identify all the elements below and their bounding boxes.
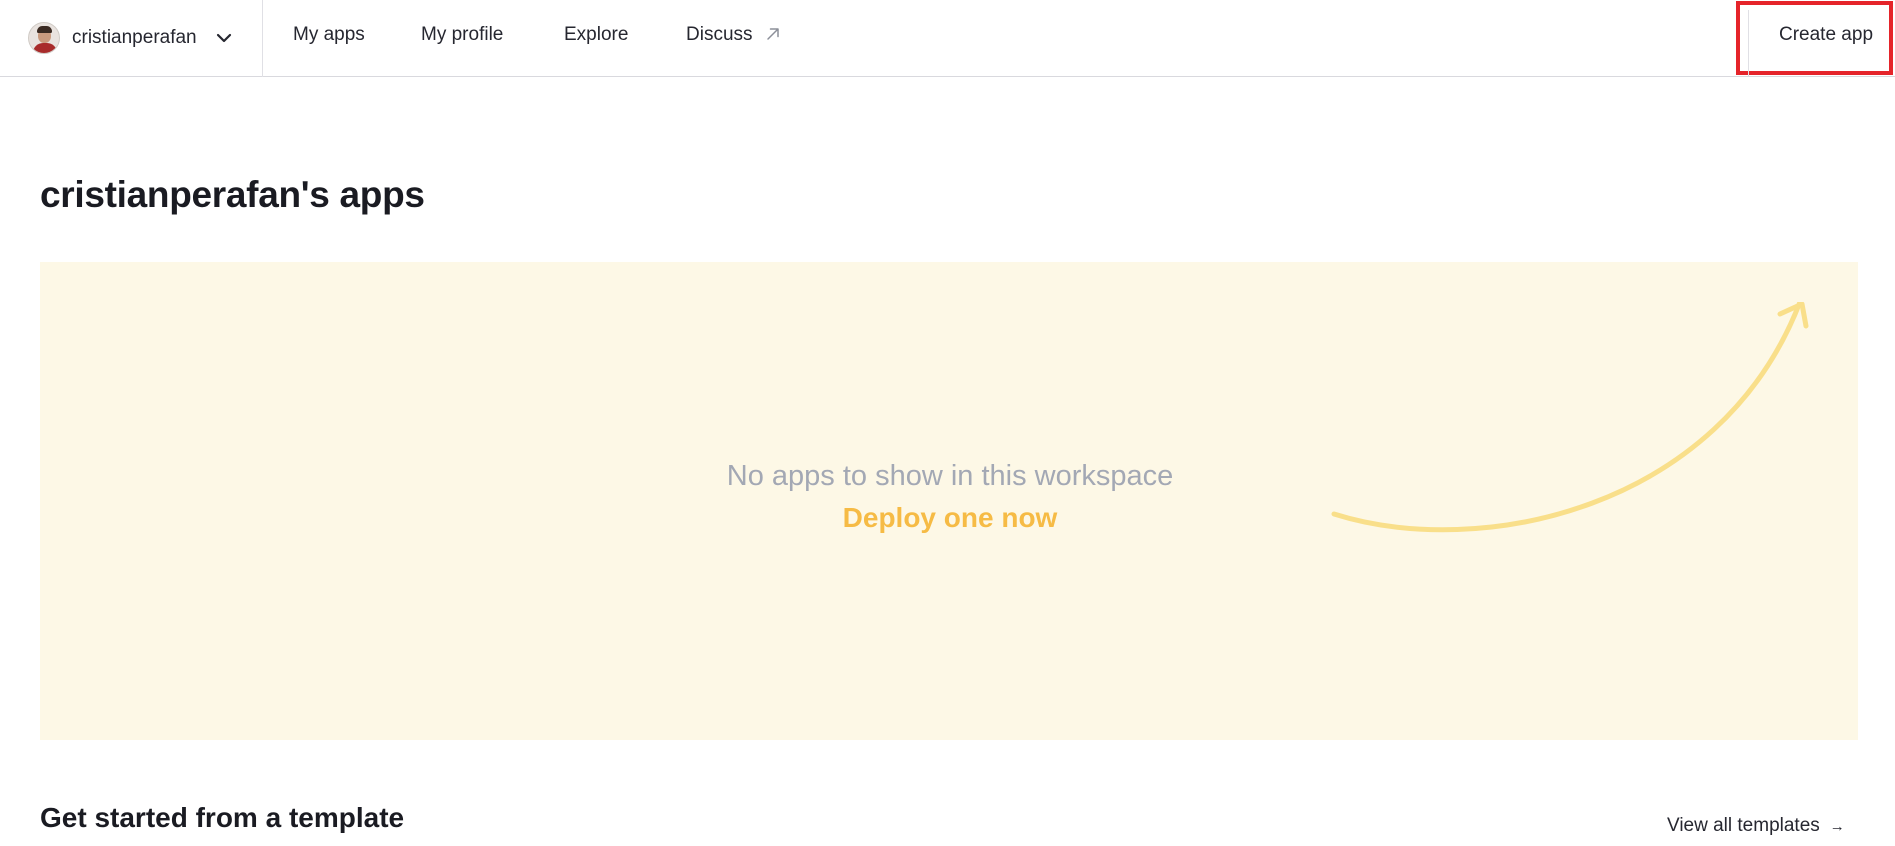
workspace-switcher[interactable]: cristianperafan	[28, 18, 233, 58]
empty-state-message: No apps to show in this workspace	[726, 460, 1174, 492]
create-app-divider	[1748, 10, 1749, 76]
templates-section-title: Get started from a template	[40, 802, 405, 833]
deploy-now-link[interactable]: Deploy one now	[843, 502, 1058, 533]
empty-apps-panel: No apps to show in this workspace Deploy…	[40, 262, 1858, 740]
arrow-right-icon: →	[1829, 818, 1845, 835]
nav-discuss-label: Discuss	[686, 24, 753, 45]
view-all-templates-link[interactable]: View all templates →	[1667, 815, 1845, 837]
user-avatar	[28, 22, 60, 54]
deploy-now-wrapper: Deploy one now	[40, 502, 1860, 534]
create-app-button[interactable]: Create app	[1779, 24, 1873, 46]
nav-discuss[interactable]: Discuss	[686, 24, 781, 48]
nav-divider	[262, 0, 263, 77]
workspace-name: cristianperafan	[72, 27, 197, 48]
nav-my-apps[interactable]: My apps	[293, 24, 365, 46]
external-link-icon	[765, 26, 781, 48]
view-all-templates-label: View all templates	[1667, 815, 1820, 836]
nav-explore[interactable]: Explore	[564, 24, 628, 46]
top-navigation-bar: cristianperafan My apps My profile Explo…	[0, 0, 1895, 77]
nav-my-profile[interactable]: My profile	[421, 24, 503, 46]
page-title: cristianperafan's apps	[40, 174, 425, 215]
chevron-down-icon	[215, 29, 233, 47]
